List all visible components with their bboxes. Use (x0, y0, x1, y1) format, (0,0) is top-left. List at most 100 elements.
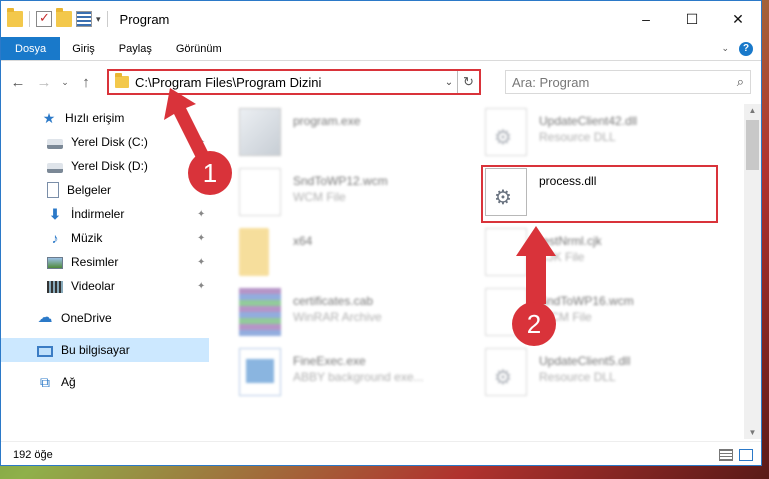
sidebar-item-label: Resimler (71, 255, 119, 269)
list-item[interactable]: x64 (239, 228, 469, 288)
tab-file[interactable]: Dosya (1, 37, 61, 60)
folder-icon (7, 8, 23, 27)
sidebar-item-local-disk-c[interactable]: Yerel Disk (C:) ✦ (1, 130, 213, 154)
sidebar-item-label: Belgeler (67, 183, 112, 197)
downloads-icon: ⬇ (49, 206, 61, 222)
scroll-down-icon[interactable]: ▼ (744, 428, 761, 437)
scroll-up-icon[interactable]: ▲ (744, 106, 761, 115)
file-name: UpdateClient42.dll (539, 114, 638, 128)
tab-view[interactable]: Görünüm (164, 37, 234, 60)
sidebar-item-label: Ağ (61, 375, 76, 389)
pin-icon: ✦ (197, 280, 206, 292)
main-area: ★ Hızlı erişim Yerel Disk (C:) ✦ Yerel D… (1, 104, 761, 439)
sidebar-item-music[interactable]: ♪ Müzik ✦ (1, 226, 213, 250)
forward-button[interactable]: → (33, 71, 55, 93)
list-item[interactable]: ⚙ UpdateClient42.dll Resource DLL (485, 108, 715, 168)
minimize-button[interactable]: – (623, 1, 669, 37)
application-icon (239, 348, 281, 396)
pin-icon: ✦ (197, 232, 206, 244)
highlight-box (481, 165, 718, 223)
sidebar-item-label: İndirmeler (71, 207, 125, 221)
separator (29, 11, 30, 27)
close-button[interactable]: ✕ (715, 1, 761, 37)
scrollbar-thumb[interactable] (746, 120, 759, 170)
file-name: UpdateClient5.dll (539, 354, 631, 368)
tab-home[interactable]: Giriş (60, 37, 107, 60)
up-button[interactable]: ↑ (75, 71, 97, 93)
sidebar-item-pictures[interactable]: Resimler ✦ (1, 250, 213, 274)
list-item[interactable]: ⚙ UpdateClient5.dll Resource DLL (485, 348, 715, 408)
list-item[interactable]: FineExec.exe ABBY background exe... (239, 348, 469, 408)
documents-icon (47, 182, 59, 198)
pin-icon: ✦ (197, 256, 206, 268)
vertical-scrollbar[interactable]: ▲ ▼ (744, 104, 761, 439)
navigation-pane: ★ Hızlı erişim Yerel Disk (C:) ✦ Yerel D… (1, 104, 213, 439)
sidebar-item-label: Müzik (71, 231, 103, 245)
window-controls: – ☐ ✕ (623, 1, 761, 37)
maximize-button[interactable]: ☐ (669, 1, 715, 37)
new-folder-icon[interactable] (56, 8, 72, 27)
details-view-icon[interactable] (719, 448, 733, 461)
title-bar: ▾ Program – ☐ ✕ (1, 1, 761, 37)
separator (106, 11, 108, 27)
recent-locations-button[interactable]: ⌄ (59, 71, 71, 93)
star-icon: ★ (42, 110, 56, 126)
file-name: certificates.cab (293, 294, 374, 308)
dll-file-icon: ⚙ (485, 348, 527, 396)
sidebar-item-downloads[interactable]: ⬇ İndirmeler ✦ (1, 202, 213, 226)
file-desc: Resource DLL (539, 370, 616, 384)
folder-icon (239, 228, 269, 276)
file-name: SndToWP12.wcm (293, 174, 388, 188)
help-icon[interactable]: ? (739, 41, 753, 56)
pin-icon: ✦ (197, 208, 206, 220)
list-item[interactable]: certificates.cab WinRAR Archive (239, 288, 469, 348)
sidebar-item-documents[interactable]: Belgeler ✦ (1, 178, 213, 202)
file-desc: Resource DLL (539, 130, 616, 144)
step-1-badge: 1 (188, 151, 232, 195)
list-item[interactable]: program.exe (239, 108, 469, 168)
dll-file-icon: ⚙ (485, 108, 527, 156)
file-desc: CJK File (539, 250, 585, 264)
ribbon-right: ⌄ ? (721, 37, 761, 60)
refresh-button[interactable]: ↻ (457, 71, 479, 93)
sidebar-item-onedrive[interactable]: ☁ OneDrive (1, 306, 213, 330)
search-icon[interactable]: ⌕ (737, 74, 744, 90)
customize-icon[interactable] (76, 11, 92, 27)
sidebar-item-label: Yerel Disk (D:) (71, 159, 148, 173)
sidebar-item-label: Videolar (71, 279, 115, 293)
step-2-badge: 2 (512, 302, 556, 346)
file-list: program.exe SndToWP12.wcm WCM File x64 ce… (213, 104, 761, 439)
sidebar-item-videos[interactable]: Videolar ✦ (1, 274, 213, 298)
file-desc: ABBY background exe... (293, 370, 424, 384)
address-bar[interactable]: C:\Program Files\Program Dizini ⌄ ↻ (107, 69, 481, 95)
back-button[interactable]: ← (7, 71, 29, 93)
sidebar-item-quick-access[interactable]: ★ Hızlı erişim (1, 106, 213, 130)
explorer-window: ▾ Program – ☐ ✕ Dosya Giriş Paylaş Görün… (0, 0, 762, 466)
address-dropdown-icon[interactable]: ⌄ (441, 77, 457, 88)
sidebar-item-label: Hızlı erişim (65, 111, 125, 125)
large-icons-view-icon[interactable] (739, 448, 753, 461)
sidebar-item-local-disk-d[interactable]: Yerel Disk (D:) (1, 154, 213, 178)
chevron-down-icon[interactable]: ⌄ (721, 43, 729, 54)
gear-icon: ⚙ (494, 367, 512, 389)
music-icon: ♪ (51, 230, 59, 246)
quick-access-toolbar: ▾ (1, 8, 110, 27)
address-path[interactable]: C:\Program Files\Program Dizini (135, 75, 441, 90)
item-count: 192 öğe (13, 448, 53, 461)
search-placeholder: Ara: Program (512, 74, 590, 90)
list-item[interactable]: testNrml.cjk CJK File (485, 228, 715, 288)
file-name: x64 (293, 234, 313, 248)
tab-share[interactable]: Paylaş (107, 37, 164, 60)
drive-icon (47, 138, 63, 149)
sidebar-item-this-pc[interactable]: Bu bilgisayar (1, 338, 209, 362)
drive-icon (47, 162, 63, 173)
chevron-down-icon[interactable]: ▾ (96, 14, 101, 25)
properties-check-icon[interactable] (36, 10, 52, 27)
search-input[interactable]: Ara: Program ⌕ (505, 70, 751, 94)
sidebar-item-network[interactable]: ⧉ Ağ (1, 370, 213, 394)
file-icon (239, 168, 281, 216)
list-item[interactable]: SndToWP12.wcm WCM File (239, 168, 469, 228)
file-name: SndToWP16.wcm (539, 294, 634, 308)
view-switcher (719, 448, 761, 461)
cloud-icon: ☁ (37, 309, 53, 326)
